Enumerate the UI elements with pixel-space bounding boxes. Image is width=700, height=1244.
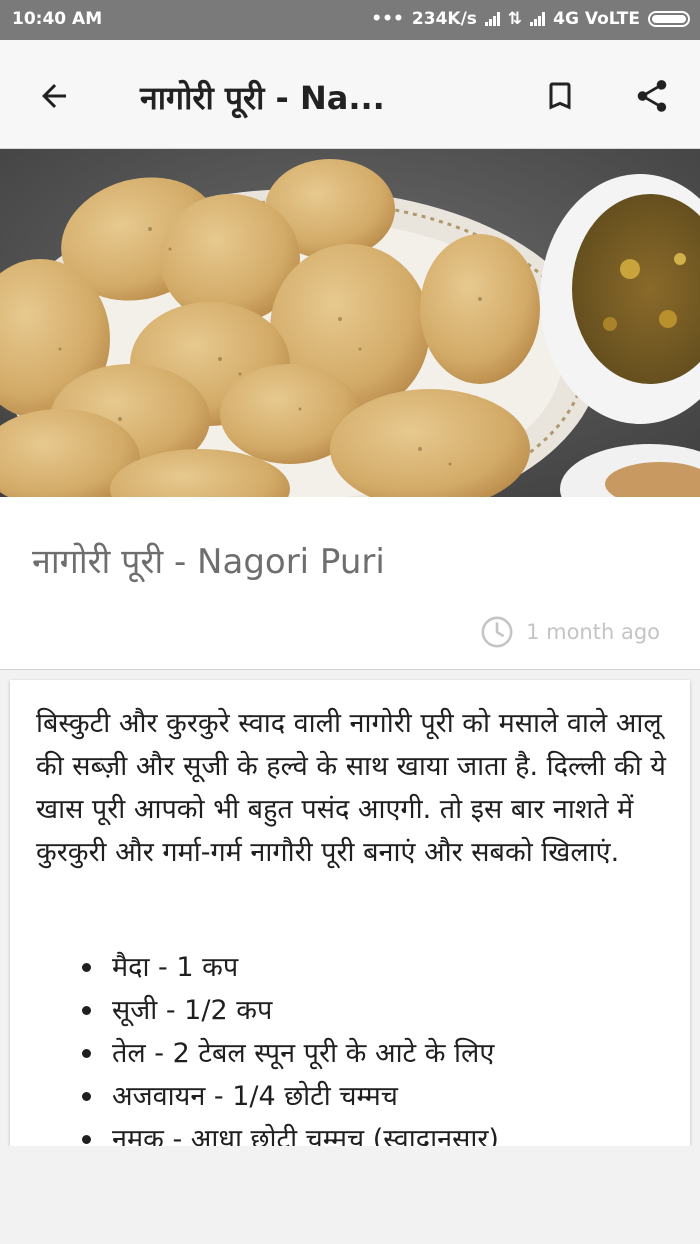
status-time: 10:40 AM bbox=[12, 9, 103, 29]
bottom-area bbox=[0, 1146, 700, 1244]
recipe-content-card[interactable]: बिस्कुटी और कुरकुरे स्वाद वाली नागोरी पू… bbox=[10, 680, 690, 1146]
back-button[interactable] bbox=[30, 72, 78, 120]
notification-dots: ••• bbox=[371, 9, 404, 29]
signal-strength-icon bbox=[484, 12, 500, 26]
recipe-hero-image bbox=[0, 149, 700, 497]
share-button[interactable] bbox=[628, 72, 676, 120]
share-icon bbox=[637, 80, 667, 112]
posted-time-label: 1 month ago bbox=[526, 620, 660, 644]
food-photo bbox=[0, 149, 700, 497]
network-speed: 234K/s bbox=[411, 9, 477, 29]
battery-icon bbox=[648, 11, 690, 27]
list-item: मैदा - 1 कप bbox=[36, 946, 499, 989]
network-type: 4G VoLTE bbox=[553, 9, 640, 29]
list-item: अजवायन - 1/4 छोटी चम्मच bbox=[36, 1075, 499, 1118]
data-transfer-icon: ⇅ bbox=[507, 9, 523, 29]
app-bar: नागोरी पूरी - Na... bbox=[0, 40, 700, 149]
signal-strength-2-icon bbox=[530, 12, 546, 26]
arrow-back-icon bbox=[42, 84, 66, 108]
app-bar-title: नागोरी पूरी - Na... bbox=[140, 79, 385, 117]
posted-time: 1 month ago bbox=[480, 615, 660, 649]
list-item: तेल - 2 टेबल स्पून पूरी के आटे के लिए bbox=[36, 1032, 499, 1075]
clock-icon bbox=[481, 616, 513, 648]
bookmark-icon bbox=[549, 82, 571, 110]
recipe-description: बिस्कुटी और कुरकुरे स्वाद वाली नागोरी पू… bbox=[36, 708, 666, 868]
bookmark-button[interactable] bbox=[536, 72, 584, 120]
recipe-header: नागोरी पूरी - Nagori Puri 1 month ago bbox=[0, 497, 700, 670]
recipe-title: नागोरी पूरी - Nagori Puri bbox=[32, 542, 385, 582]
status-bar: 10:40 AM ••• 234K/s ⇅ 4G VoLTE bbox=[0, 0, 700, 40]
list-item: नमक - आधा छोटी चम्मच (स्वादानुसार) bbox=[36, 1118, 499, 1146]
list-item: सूजी - 1/2 कप bbox=[36, 989, 499, 1032]
status-indicators: ••• 234K/s ⇅ 4G VoLTE bbox=[371, 9, 690, 29]
ingredients-list: मैदा - 1 कप सूजी - 1/2 कप तेल - 2 टेबल स… bbox=[36, 946, 499, 1146]
